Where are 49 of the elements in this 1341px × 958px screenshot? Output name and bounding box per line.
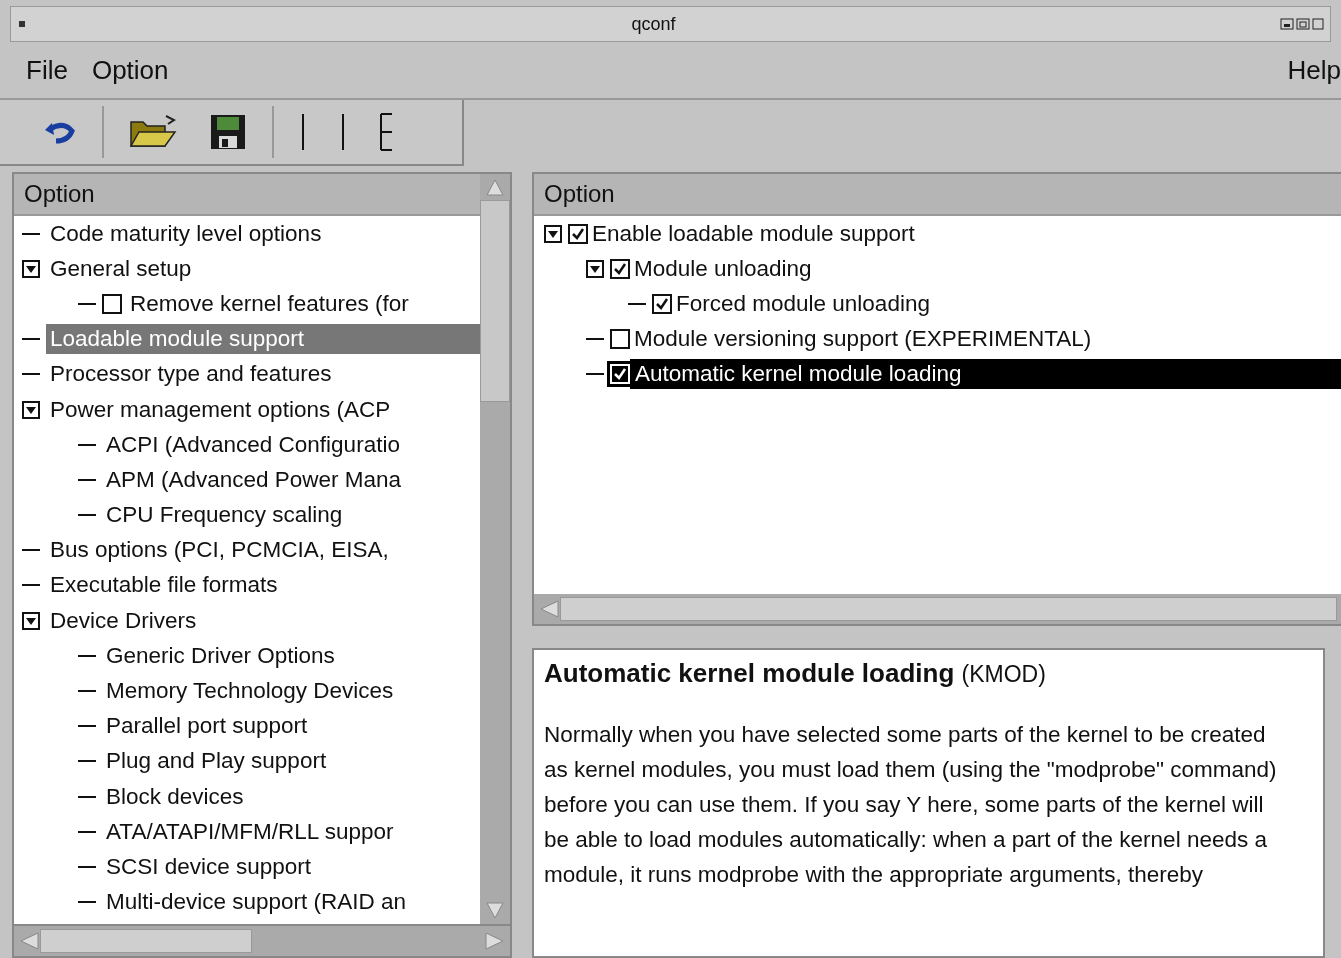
- tree-item[interactable]: ACPI (Advanced Configuratio: [102, 429, 404, 460]
- column-header[interactable]: Option: [534, 174, 1341, 216]
- tree-item[interactable]: Executable file formats: [46, 570, 282, 601]
- tree-item[interactable]: Plug and Play support: [102, 746, 331, 777]
- tree-item[interactable]: Generic Driver Options: [102, 640, 339, 671]
- tree-item[interactable]: General setup: [46, 253, 196, 284]
- tree-item[interactable]: Multi-device support (RAID an: [102, 887, 411, 918]
- menu-item[interactable]: Help: [1287, 54, 1341, 86]
- tree-item[interactable]: Remove kernel features (for: [126, 288, 413, 319]
- column-header[interactable]: Option: [14, 174, 480, 216]
- folder-icon: [128, 114, 178, 150]
- checkbox[interactable]: [610, 258, 630, 279]
- tree-item[interactable]: Parallel port support: [102, 711, 312, 742]
- tree-item[interactable]: Bus options (PCI, PCMCIA, EISA,: [46, 535, 393, 566]
- tree-item[interactable]: Device Drivers: [46, 605, 201, 636]
- expand-icon[interactable]: [586, 259, 604, 278]
- menu-item[interactable]: Option: [91, 54, 169, 86]
- tree-item[interactable]: Memory Technology Devices: [102, 676, 398, 707]
- checkbox[interactable]: [652, 293, 672, 314]
- tree-item[interactable]: Processor type and features: [46, 359, 336, 390]
- window-title: qconf: [631, 13, 676, 35]
- tree-item[interactable]: APM (Advanced Power Mana: [102, 464, 406, 495]
- tree-item[interactable]: Code maturity level options: [46, 218, 326, 249]
- full-view-icon: [378, 112, 394, 152]
- option-item[interactable]: Forced module unloading: [672, 289, 934, 318]
- expand-icon[interactable]: [22, 400, 40, 419]
- option-item[interactable]: Module unloading: [630, 254, 816, 283]
- checkbox[interactable]: [610, 329, 630, 350]
- tree-item[interactable]: CPU Frequency scaling: [102, 500, 347, 531]
- expand-icon[interactable]: [22, 259, 40, 278]
- option-item[interactable]: Module versioning support (EXPERIMENTAL): [630, 325, 1096, 354]
- checkbox[interactable]: [568, 223, 588, 244]
- horizontal-scrollbar[interactable]: [534, 594, 1341, 624]
- tree-item[interactable]: Block devices: [102, 781, 248, 812]
- expand-icon[interactable]: [544, 224, 562, 243]
- expand-icon[interactable]: [22, 611, 40, 630]
- help-title: Automatic kernel module loading: [544, 658, 955, 688]
- menu-item[interactable]: File: [26, 54, 68, 86]
- tree-item[interactable]: Power management options (ACP: [46, 394, 395, 425]
- checkbox[interactable]: [102, 293, 122, 314]
- tree-item[interactable]: ATA/ATAPI/MFM/RLL suppor: [102, 816, 398, 847]
- window-controls-icon[interactable]: [1280, 16, 1324, 32]
- tree-item[interactable]: SCSI device support: [102, 851, 316, 882]
- tree-item[interactable]: Loadable module support: [46, 324, 480, 355]
- help-text: Normally when you have selected some parts of the kernel to be created as kernel modules, you must load them (using the "modprobe" command) before you can use them. If you say Y here, some parts of the kernel will be able to load modules automatically: when a part of the kernel needs a module, it runs modprobe with the appropriate arguments, thereby: [544, 721, 1278, 889]
- option-item[interactable]: Automatic kernel module loading: [630, 359, 1341, 390]
- option-item[interactable]: Enable loadable module support: [588, 219, 919, 248]
- config-symbol: (KMOD): [961, 661, 1046, 687]
- window-menu-icon[interactable]: [17, 19, 27, 29]
